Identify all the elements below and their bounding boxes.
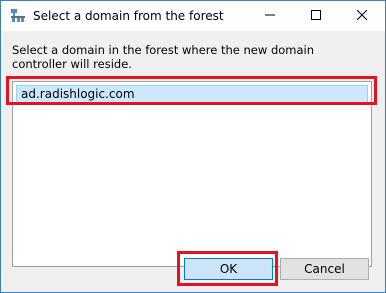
title-bar[interactable]: Select a domain from the forest: [1, 1, 385, 31]
close-icon: [356, 9, 368, 23]
instruction-text: Select a domain in the forest where the …: [12, 43, 315, 71]
forest-domain-icon: [10, 7, 26, 23]
dialog-body: Select a domain in the forest where the …: [1, 31, 385, 292]
minimize-icon: [265, 9, 275, 23]
cancel-button[interactable]: Cancel: [280, 258, 369, 280]
maximize-icon: [311, 9, 321, 23]
maximize-button[interactable]: [293, 1, 339, 31]
dialog-window: Select a domain from the forest Select a…: [0, 0, 386, 293]
ok-button[interactable]: OK: [184, 258, 273, 280]
window-title: Select a domain from the forest: [33, 9, 224, 23]
domain-list-item-label: ad.radishlogic.com: [21, 87, 135, 101]
minimize-button[interactable]: [247, 1, 293, 31]
close-button[interactable]: [339, 1, 385, 31]
domain-list-item[interactable]: ad.radishlogic.com: [16, 85, 368, 103]
domain-listbox[interactable]: ad.radishlogic.com: [12, 81, 372, 267]
